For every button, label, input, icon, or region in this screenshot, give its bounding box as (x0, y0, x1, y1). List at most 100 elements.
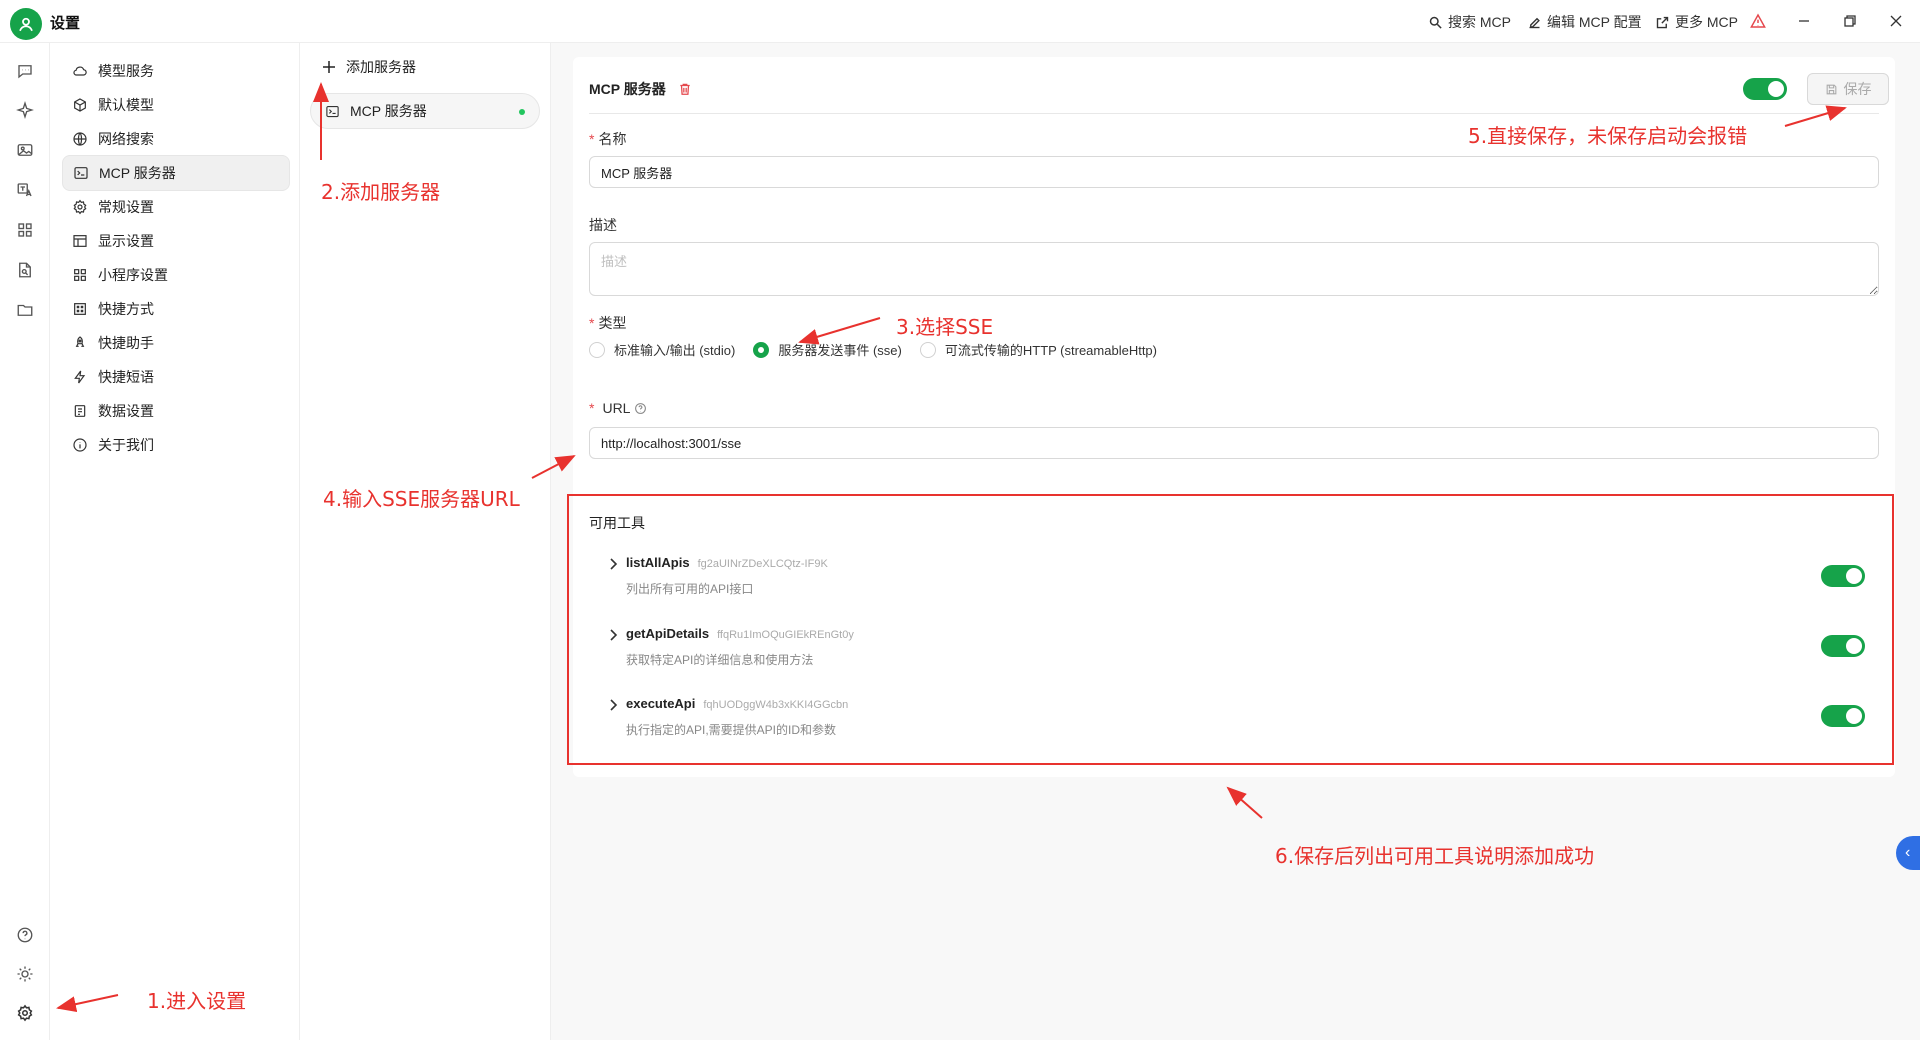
warning-icon[interactable] (1746, 10, 1770, 32)
server-enable-toggle[interactable] (1743, 78, 1787, 100)
restore-icon (1844, 15, 1856, 27)
folder-icon[interactable] (13, 298, 37, 322)
menu-item-web-search[interactable]: 网络搜索 (62, 121, 290, 157)
external-link-icon (1656, 16, 1669, 28)
url-input[interactable] (589, 427, 1879, 459)
terminal-icon (326, 105, 339, 117)
info-icon (73, 438, 87, 452)
apps-grid-icon[interactable] (13, 218, 37, 242)
type-label-text: 类型 (598, 315, 627, 331)
type-option-streamable-http[interactable]: 可流式传输的HTTP (streamableHttp) (919, 340, 1157, 359)
rocket-icon (75, 336, 85, 347)
type-option-stdio[interactable]: 标准输入/输出 (stdio) (589, 340, 735, 359)
menu-item-mcp-server[interactable]: MCP 服务器 (62, 155, 290, 191)
radio-label: 标准输入/输出 (stdio) (614, 343, 736, 358)
sun-icon[interactable] (13, 962, 37, 986)
globe-icon (73, 132, 87, 146)
terminal-icon (74, 167, 88, 179)
radio-circle-selected (753, 341, 770, 358)
display-icon (73, 235, 87, 247)
help-icon[interactable] (634, 402, 647, 415)
menu-item-label: 显示设置 (98, 233, 154, 249)
sparkle-icon[interactable] (13, 98, 37, 122)
menu-item-quick-phrases[interactable]: 快捷短语 (62, 359, 290, 395)
server-item-label: MCP 服务器 (350, 103, 427, 119)
save-icon (1826, 84, 1836, 94)
save-button[interactable]: 保存 (1807, 73, 1889, 105)
add-server-button[interactable]: 添加服务器 (322, 57, 416, 77)
server-status-dot (519, 109, 525, 115)
user-icon (19, 17, 33, 32)
chat-icon[interactable] (13, 59, 37, 83)
menu-item-display-settings[interactable]: 显示设置 (62, 223, 290, 259)
radio-circle (589, 341, 605, 358)
annotation-step2: 2.添加服务器 (321, 180, 441, 204)
menu-item-mini-program-settings[interactable]: 小程序设置 (62, 257, 290, 293)
edit-mcp-config-label: 编辑 MCP 配置 (1547, 14, 1642, 30)
form-header: MCP 服务器 (589, 79, 692, 99)
translate-icon[interactable] (13, 178, 37, 202)
close-button[interactable] (1884, 10, 1908, 32)
description-field-label: 描述 (589, 217, 617, 233)
radio-label: 可流式传输的HTTP (streamableHttp) (944, 343, 1157, 358)
pencil-icon (1529, 17, 1540, 28)
menu-item-model-service[interactable]: 模型服务 (62, 53, 290, 89)
header-divider (589, 113, 1879, 114)
annotation-step4: 4.输入SSE服务器URL (323, 487, 520, 511)
add-server-label: 添加服务器 (346, 59, 416, 75)
annotation-step6: 6.保存后列出可用工具说明添加成功 (1275, 844, 1595, 868)
menu-item-label: 数据设置 (98, 403, 154, 419)
help-icon[interactable] (13, 923, 37, 947)
annotation-highlight-box (567, 494, 1894, 765)
description-input[interactable] (589, 242, 1879, 296)
required-mark: * (589, 315, 595, 331)
zap-icon (74, 370, 86, 384)
image-icon[interactable] (13, 138, 37, 162)
required-mark: * (589, 400, 595, 416)
name-input[interactable] (589, 156, 1879, 188)
minimize-button[interactable] (1792, 10, 1816, 32)
more-mcp-button[interactable]: 更多 MCP (1655, 12, 1738, 32)
name-field-label: * 名称 (589, 129, 626, 149)
menu-item-label: 常规设置 (98, 199, 154, 215)
close-icon (1890, 15, 1902, 27)
menu-item-label: 快捷方式 (98, 301, 154, 317)
delete-icon[interactable] (678, 82, 692, 96)
menu-item-default-model[interactable]: 默认模型 (62, 87, 290, 123)
name-label-text: 名称 (598, 131, 627, 147)
settings-gear-icon[interactable] (13, 1001, 37, 1025)
gear-icon (73, 199, 87, 215)
search-mcp-button[interactable]: 搜索 MCP (1428, 12, 1511, 32)
plus-icon (323, 61, 335, 73)
file-search-icon[interactable] (13, 258, 37, 282)
menu-item-label: MCP 服务器 (99, 165, 176, 181)
grid-icon (74, 269, 86, 281)
edit-mcp-config-button[interactable]: 编辑 MCP 配置 (1527, 12, 1642, 32)
menu-item-quick-assistant[interactable]: 快捷助手 (62, 325, 290, 361)
cloud-icon (73, 66, 87, 76)
menu-item-shortcuts[interactable]: 快捷方式 (62, 291, 290, 327)
chevron-left-icon: ‹ (1905, 844, 1911, 861)
type-option-sse[interactable]: 服务器发送事件 (sse) (753, 340, 902, 359)
annotation-step5: 5.直接保存，未保存启动会报错 (1468, 124, 1748, 148)
user-avatar[interactable] (10, 8, 42, 40)
title-bar: 设置 搜索 MCP 编辑 MCP 配置 更多 MCP (0, 0, 1920, 43)
restore-button[interactable] (1838, 10, 1862, 32)
annotation-step1: 1.进入设置 (147, 989, 247, 1013)
menu-item-label: 默认模型 (98, 97, 154, 113)
server-item[interactable]: MCP 服务器 (310, 93, 540, 129)
more-mcp-label: 更多 MCP (1675, 14, 1738, 30)
menu-item-data-settings[interactable]: 数据设置 (62, 393, 290, 429)
settings-menu: 模型服务 默认模型 网络搜索 MCP 服务器 常规设置 显示设置 小程序设置 快… (50, 43, 300, 1040)
keyboard-icon (74, 303, 86, 315)
menu-item-label: 小程序设置 (98, 267, 168, 283)
annotation-step3: 3.选择SSE (896, 315, 994, 339)
save-label: 保存 (1843, 81, 1872, 97)
form-title: MCP 服务器 (589, 81, 666, 97)
menu-item-about-us[interactable]: 关于我们 (62, 427, 290, 463)
icon-rail (0, 43, 50, 1040)
search-mcp-label: 搜索 MCP (1448, 14, 1511, 30)
type-radio-group: 标准输入/输出 (stdio) 服务器发送事件 (sse) 可流式传输的HTTP… (589, 340, 1157, 359)
cube-icon (74, 98, 86, 112)
menu-item-general-settings[interactable]: 常规设置 (62, 189, 290, 225)
